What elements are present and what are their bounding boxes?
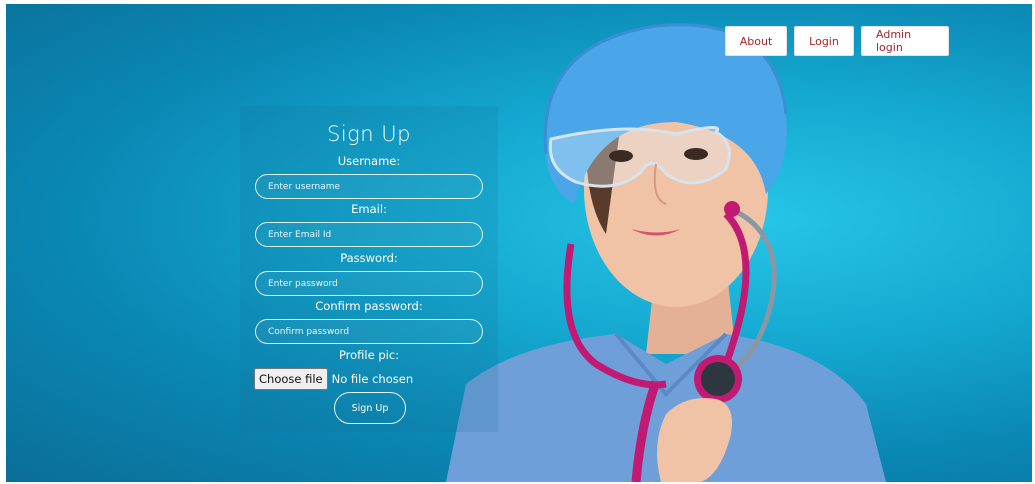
page-background: About Login Admin login Sign Up Username… bbox=[6, 4, 1032, 482]
file-status: No file chosen bbox=[331, 372, 414, 386]
username-label: Username: bbox=[337, 154, 401, 168]
confirm-password-label: Confirm password: bbox=[315, 299, 423, 313]
form-title: Sign Up bbox=[327, 122, 411, 146]
email-field[interactable]: Enter Email Id bbox=[255, 222, 483, 247]
file-input: Choose file No file chosen bbox=[254, 368, 413, 390]
email-label: Email: bbox=[351, 202, 387, 216]
nav-about-button[interactable]: About bbox=[725, 26, 787, 56]
top-navigation: About Login Admin login bbox=[725, 26, 949, 56]
choose-file-button[interactable]: Choose file bbox=[254, 368, 328, 390]
nav-login-button[interactable]: Login bbox=[794, 26, 854, 56]
signup-submit-button[interactable]: Sign Up bbox=[334, 392, 406, 424]
password-label: Password: bbox=[340, 251, 398, 265]
nav-admin-login-button[interactable]: Admin login bbox=[861, 26, 949, 56]
doctor-illustration bbox=[446, 23, 886, 482]
username-field[interactable]: Enter username bbox=[255, 174, 483, 199]
confirm-password-field[interactable]: Confirm password bbox=[255, 319, 483, 344]
signup-form: Sign Up Username: Enter username Email: … bbox=[240, 106, 498, 432]
profile-pic-label: Profile pic: bbox=[338, 348, 400, 362]
password-field[interactable]: Enter password bbox=[255, 271, 483, 296]
